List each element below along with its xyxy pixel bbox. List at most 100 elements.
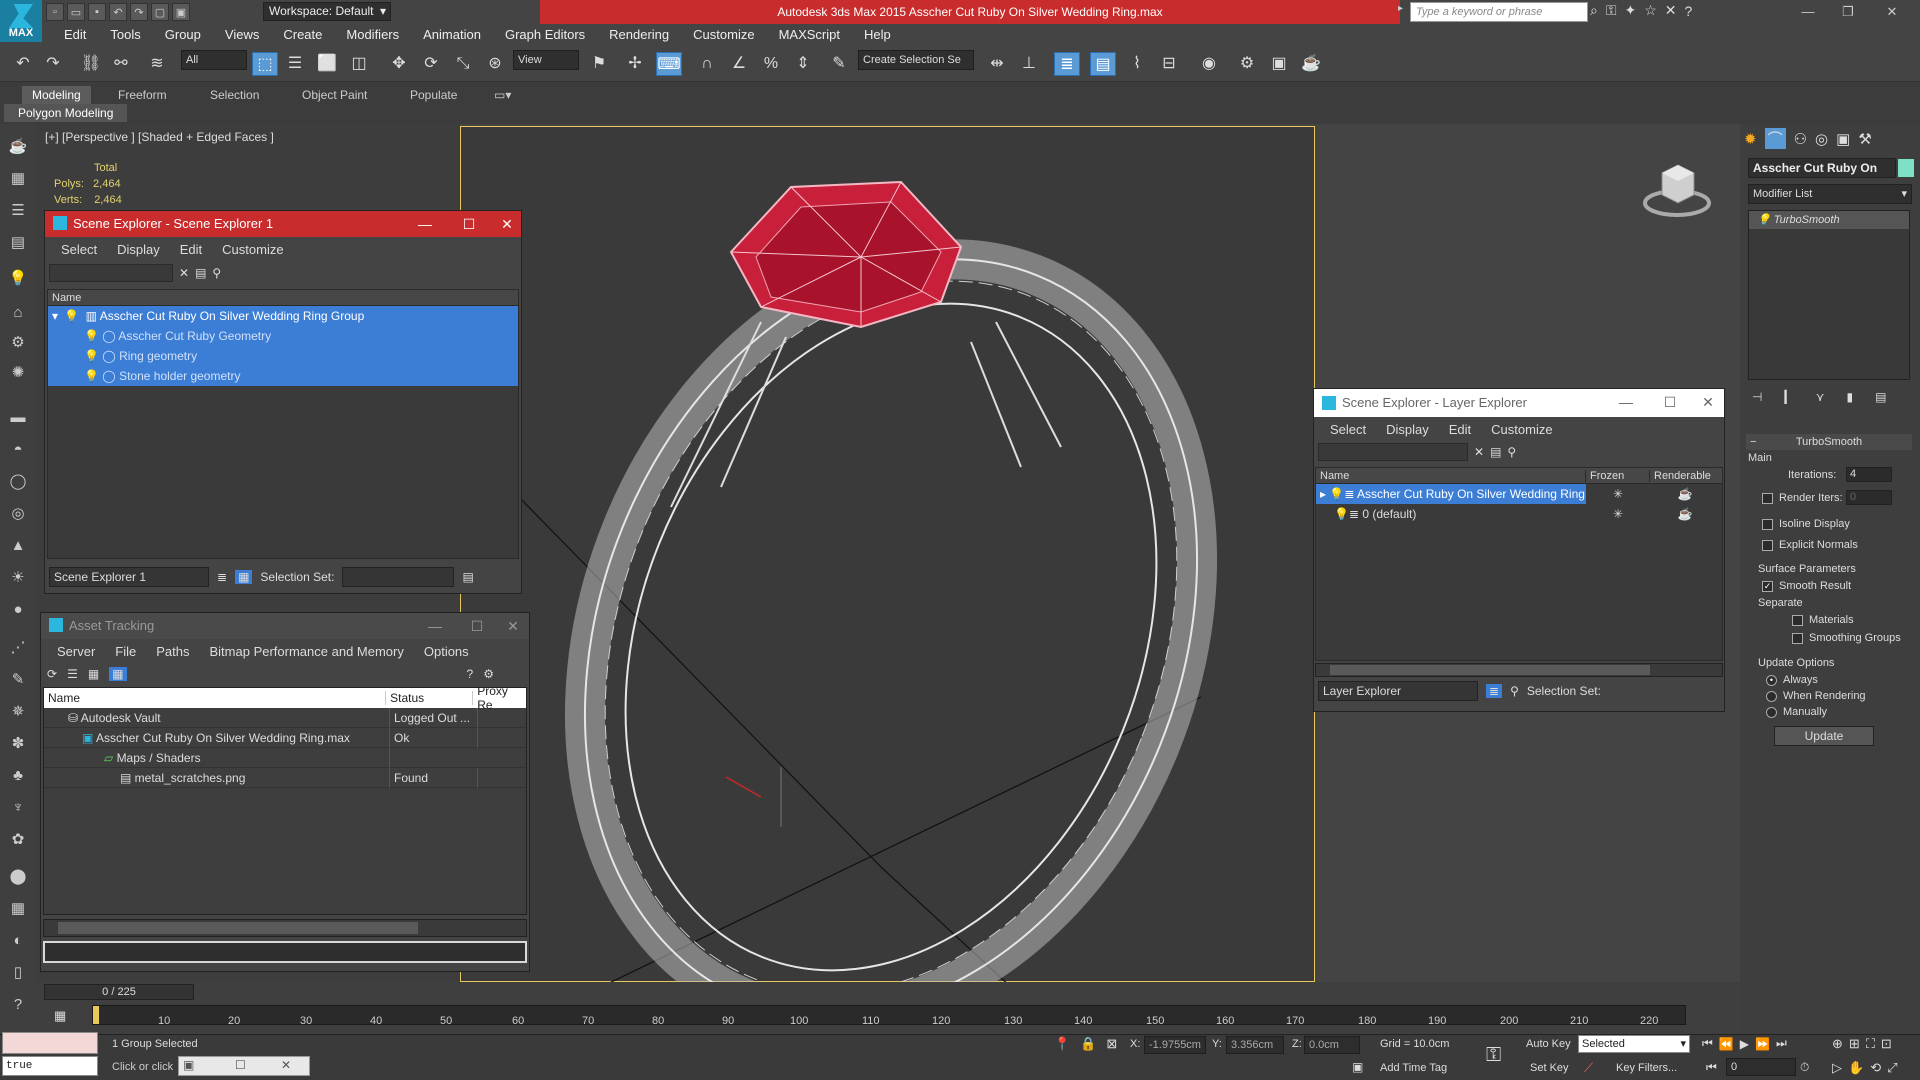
cone-icon[interactable]: ▲ bbox=[5, 533, 31, 559]
close-button[interactable]: ✕ bbox=[1874, 0, 1910, 24]
binoculars-icon[interactable]: ⌕ bbox=[1590, 2, 1598, 19]
maximize-viewport-icon[interactable]: ⤢ bbox=[1887, 1060, 1897, 1076]
remove-modifier-icon[interactable]: ▮ bbox=[1846, 390, 1853, 404]
zoom-icon[interactable]: ⊕ bbox=[1832, 1036, 1843, 1052]
bind-spacewarp-icon[interactable]: ≋ bbox=[144, 52, 170, 76]
lightbulb-icon[interactable]: 💡 bbox=[1329, 487, 1344, 501]
orbit-icon[interactable]: ⟲ bbox=[1870, 1060, 1881, 1076]
isolate-icon[interactable]: 📍 bbox=[1054, 1036, 1070, 1052]
minimize-button[interactable]: — bbox=[407, 211, 443, 237]
hierarchy-icon[interactable]: ⚲ bbox=[1507, 445, 1516, 459]
clear-icon[interactable]: ✕ bbox=[179, 266, 189, 280]
edit-named-sets-icon[interactable]: ✎ bbox=[826, 52, 852, 76]
layer-explorer-icon[interactable]: ≣ bbox=[1054, 52, 1080, 76]
modifier-stack-item[interactable]: 💡 TurboSmooth bbox=[1749, 211, 1909, 229]
percent-snap-icon[interactable]: % bbox=[758, 52, 784, 76]
next-frame-icon[interactable]: ⏩ bbox=[1755, 1037, 1770, 1051]
table-view-icon[interactable]: ▦ bbox=[88, 667, 99, 681]
lightbulb-icon[interactable]: 💡 bbox=[84, 349, 99, 363]
fetch-icon[interactable]: ▣ bbox=[172, 3, 190, 21]
star-icon[interactable]: ☆ bbox=[1644, 2, 1657, 19]
column-name[interactable]: Name bbox=[44, 691, 387, 705]
current-frame-marker[interactable] bbox=[93, 1006, 99, 1024]
settings-icon[interactable]: ⚙ bbox=[483, 667, 494, 681]
select-object-icon[interactable]: ⬚ bbox=[252, 52, 278, 76]
close-button[interactable]: ✕ bbox=[495, 613, 531, 639]
tree-row-ring[interactable]: 💡 ◯ Ring geometry bbox=[48, 346, 518, 366]
helper-icon[interactable]: ⚙ bbox=[5, 330, 31, 356]
restore-button[interactable]: ❐ bbox=[1830, 0, 1866, 24]
layer-row[interactable]: ▸ 💡≣ Asscher Cut Ruby On Silver Wedding … bbox=[1316, 484, 1722, 504]
menu-graph-editors[interactable]: Graph Editors bbox=[493, 24, 597, 46]
z-coordinate-field[interactable]: 0.0cm bbox=[1304, 1036, 1360, 1054]
menu-file[interactable]: File bbox=[105, 644, 146, 659]
track-bar-menu-icon[interactable]: ▦ bbox=[54, 1008, 66, 1024]
manipulate-icon[interactable]: ✢ bbox=[622, 52, 648, 76]
curve-editor-icon[interactable]: ⌇ bbox=[1124, 52, 1150, 76]
hierarchy-toggle-icon[interactable]: ⚲ bbox=[1510, 684, 1519, 698]
menu-options[interactable]: Options bbox=[414, 644, 479, 659]
box-icon[interactable]: ▬ bbox=[5, 405, 31, 431]
align-icon[interactable]: ⊥ bbox=[1016, 52, 1042, 76]
absolute-mode-icon[interactable]: ⊠ bbox=[1106, 1036, 1117, 1052]
lightbulb-icon[interactable]: 💡 bbox=[1334, 507, 1349, 521]
list-view-icon[interactable]: ☰ bbox=[67, 667, 78, 681]
maximize-button[interactable]: ☐ bbox=[459, 613, 495, 639]
smoothing-groups-checkbox[interactable] bbox=[1792, 632, 1803, 644]
menu-group[interactable]: Group bbox=[153, 24, 213, 46]
grid-icon[interactable]: ⋰ bbox=[5, 635, 31, 661]
lightbulb-icon[interactable]: 💡 bbox=[84, 329, 99, 343]
maximize-button[interactable]: ☐ bbox=[235, 1058, 246, 1072]
menu-tools[interactable]: Tools bbox=[98, 24, 152, 46]
dome-icon[interactable]: ◓ bbox=[5, 437, 31, 463]
rotate-icon[interactable]: ⟳ bbox=[418, 52, 444, 76]
help-icon[interactable]: ? bbox=[1685, 3, 1693, 19]
teapot-icon[interactable]: ☕ bbox=[5, 134, 31, 160]
modify-tab-icon[interactable]: ⌒ bbox=[1764, 128, 1786, 149]
scrollbar-thumb[interactable] bbox=[1330, 665, 1650, 675]
menu-server[interactable]: Server bbox=[47, 644, 105, 659]
find-input[interactable] bbox=[49, 264, 173, 282]
ribbon-options-icon[interactable]: ▭▾ bbox=[484, 86, 521, 104]
tab-freeform[interactable]: Freeform bbox=[108, 86, 177, 104]
frozen-icon[interactable]: ✳ bbox=[1586, 504, 1650, 524]
menu-edit[interactable]: Edit bbox=[1439, 422, 1481, 437]
tree-row-stone-holder[interactable]: 💡 ◯ Stone holder geometry bbox=[48, 366, 518, 386]
scene-explorer-titlebar[interactable]: Scene Explorer - Scene Explorer 1 — ☐ ✕ bbox=[45, 211, 521, 237]
zoom-all-icon[interactable]: ⊞ bbox=[1849, 1036, 1860, 1052]
show-end-result-icon[interactable]: ▎ bbox=[1784, 390, 1793, 404]
expand-arrow-icon[interactable]: ▸ bbox=[1320, 487, 1329, 501]
lock-selection-icon[interactable]: 🔒 bbox=[1080, 1036, 1096, 1052]
motion-tab-icon[interactable]: ◎ bbox=[1815, 130, 1828, 148]
window-crossing-icon[interactable]: ◫ bbox=[346, 52, 372, 76]
menu-edit[interactable]: Edit bbox=[52, 24, 98, 46]
hierarchy-toggle-icon[interactable]: ▦ bbox=[235, 570, 253, 584]
geosphere-icon[interactable]: ● bbox=[5, 597, 31, 623]
minimize-button[interactable]: — bbox=[1608, 389, 1644, 415]
polygon-modeling-panel[interactable]: Polygon Modeling bbox=[4, 104, 128, 122]
column-name[interactable]: Name bbox=[1316, 469, 1586, 482]
x-icon[interactable]: ✕ bbox=[1665, 2, 1677, 19]
app-logo[interactable]: MAX bbox=[0, 0, 42, 42]
sphere-icon[interactable]: ◯ bbox=[5, 469, 31, 495]
tab-modeling[interactable]: Modeling bbox=[22, 86, 91, 104]
play-icon[interactable]: ▶ bbox=[1740, 1037, 1749, 1051]
toggle-ribbon-icon[interactable]: ▤ bbox=[1090, 52, 1116, 76]
asset-tracking-titlebar[interactable]: Asset Tracking — ☐ ✕ bbox=[41, 613, 529, 639]
display-tab-icon[interactable]: ▣ bbox=[1836, 130, 1850, 148]
previous-frame-icon[interactable]: ⏪ bbox=[1719, 1037, 1734, 1051]
new-layer-icon[interactable]: ▤ bbox=[1490, 445, 1501, 459]
lightbulb-icon[interactable]: 💡 bbox=[64, 309, 79, 323]
time-config-icon[interactable]: ⏱ bbox=[1800, 1060, 1809, 1075]
render-setup-icon[interactable]: ⚙ bbox=[1234, 52, 1260, 76]
renderable-teapot-icon[interactable]: ☕ bbox=[1650, 504, 1720, 524]
hierarchy-tab-icon[interactable]: ⚇ bbox=[1794, 130, 1807, 148]
field-of-view-icon[interactable]: ▷ bbox=[1832, 1060, 1842, 1076]
zoom-extents-all-icon[interactable]: ⊡ bbox=[1881, 1036, 1892, 1052]
hold-icon[interactable]: ▢ bbox=[151, 3, 169, 21]
object-color-swatch[interactable] bbox=[1898, 159, 1914, 177]
smooth-result-checkbox[interactable]: ✓ bbox=[1762, 580, 1773, 592]
column-status[interactable]: Status bbox=[386, 691, 474, 705]
menu-select[interactable]: Select bbox=[1320, 422, 1376, 437]
collapse-arrow-icon[interactable]: ▾ bbox=[52, 309, 58, 323]
